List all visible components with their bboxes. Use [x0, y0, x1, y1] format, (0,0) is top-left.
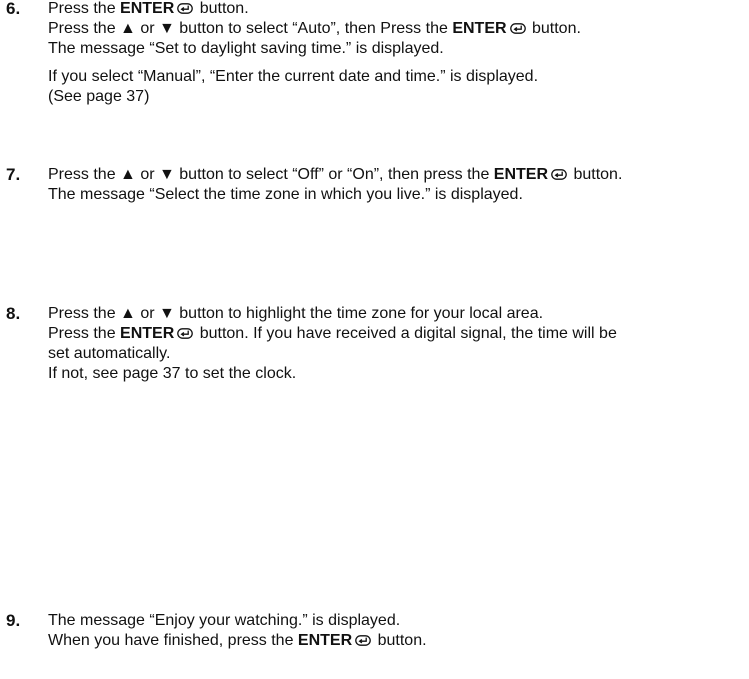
- step-6: 6. Press the ENTER button. Press the ▲ or…: [6, 0, 743, 107]
- step-line: Press the ENTER button.: [48, 0, 743, 19]
- text-run: The message “Select the time zone in whi…: [48, 186, 523, 203]
- enter-key-label: ENTER: [120, 325, 175, 342]
- enter-icon: [509, 23, 526, 34]
- step-text: Press the ENTER button. Press the ▲ or ▼ …: [48, 0, 743, 107]
- enter-icon: [177, 3, 194, 14]
- step-line: The message “Enjoy your watching.” is di…: [48, 611, 743, 631]
- text-run: Press the ▲ or ▼ button to select “Off” …: [48, 166, 494, 183]
- text-run: The message “Set to daylight saving time…: [48, 40, 444, 57]
- step-line: Press the ▲ or ▼ button to highlight the…: [48, 304, 743, 324]
- enter-key-label: ENTER: [120, 0, 175, 17]
- enter-icon: [177, 328, 194, 339]
- text-run: (See page 37): [48, 88, 150, 105]
- enter-key-label: ENTER: [297, 632, 353, 649]
- text-run: set automatically.: [48, 345, 171, 362]
- step-7: 7. Press the ▲ or ▼ button to select “Of…: [6, 165, 743, 205]
- text-run: Press the ▲ or ▼ button to select “Auto”…: [48, 20, 453, 37]
- step-line: The message “Set to daylight saving time…: [48, 39, 743, 59]
- text-run: Press the: [48, 0, 121, 17]
- manual-page: { "steps": [ { "number": "6.", "lines": …: [0, 0, 749, 679]
- step-line: When you have finished, press the ENTER …: [48, 631, 743, 651]
- step-text: Press the ▲ or ▼ button to highlight the…: [48, 304, 743, 384]
- step-number: 8.: [6, 304, 21, 323]
- text-run: button. If you have received a digital s…: [195, 325, 617, 342]
- step-line: The message “Select the time zone in whi…: [48, 185, 743, 205]
- step-line: If you select “Manual”, “Enter the curre…: [48, 67, 743, 87]
- enter-icon: [551, 169, 567, 180]
- step-line: If not, see page 37 to set the clock.: [48, 364, 743, 384]
- text-run: button.: [527, 20, 581, 37]
- enter-key-label: ENTER: [452, 20, 507, 37]
- text-run: If not, see page 37 to set the clock.: [48, 365, 297, 382]
- text-run: When you have finished, press the: [48, 632, 298, 649]
- text-run: Press the ▲ or ▼ button to highlight the…: [48, 305, 544, 322]
- text-run: If you select “Manual”, “Enter the curre…: [48, 68, 539, 85]
- step-number: 6.: [6, 0, 21, 18]
- enter-icon: [355, 635, 372, 646]
- step-number: 9.: [6, 611, 21, 630]
- step-line: Press the ▲ or ▼ button to select “Auto”…: [48, 19, 743, 39]
- step-line: Press the ENTER button. If you have rece…: [48, 324, 743, 344]
- step-text: Press the ▲ or ▼ button to select “Off” …: [48, 165, 743, 205]
- step-line: Press the ▲ or ▼ button to select “Off” …: [48, 165, 743, 185]
- enter-key-label: ENTER: [493, 166, 549, 183]
- step-9: 9. The message “Enjoy your watching.” is…: [6, 611, 743, 651]
- step-line: set automatically.: [48, 344, 743, 364]
- text-run: Press the: [48, 325, 121, 342]
- step-number: 7.: [6, 165, 21, 184]
- step-line: (See page 37): [48, 87, 743, 107]
- text-run: button.: [569, 166, 623, 183]
- step-text: The message “Enjoy your watching.” is di…: [48, 611, 743, 651]
- step-8: 8. Press the ▲ or ▼ button to highlight …: [6, 304, 743, 384]
- text-run: The message “Enjoy your watching.” is di…: [48, 612, 401, 629]
- text-run: button.: [195, 0, 249, 17]
- text-run: button.: [373, 632, 427, 649]
